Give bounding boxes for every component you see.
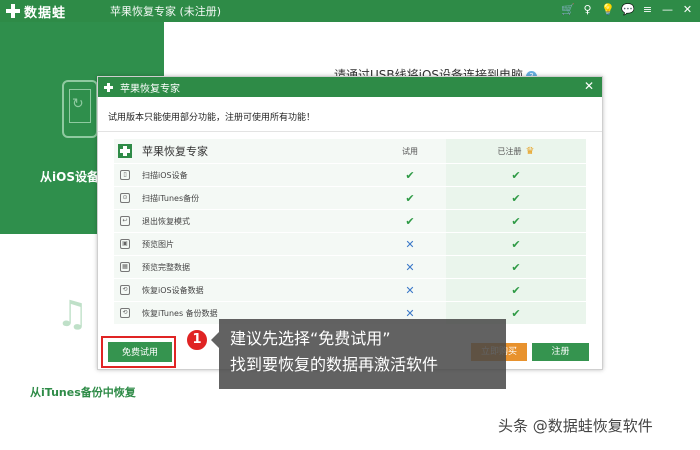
step-badge: 1 <box>185 328 209 352</box>
highlight-box <box>101 336 176 368</box>
title-bar-icons: 🛒 ♀ 💡 💬 ≡ — ✕ <box>561 3 694 16</box>
logo-plus-icon <box>6 4 20 18</box>
minimize-icon[interactable]: — <box>661 3 674 16</box>
product-name: 苹果恢复专家 <box>142 145 208 158</box>
feature-icon: ▦ <box>120 262 130 272</box>
feature-label: 扫描iOS设备 <box>142 170 188 180</box>
phone-icon: ↻ <box>62 80 98 138</box>
table-row: ↩ 退出恢复模式 ✔ ✔ <box>114 209 586 232</box>
product-logo-icon <box>118 144 132 158</box>
callout-arrow <box>211 332 219 348</box>
cross-icon: ✕ <box>405 306 415 320</box>
app-title: 苹果恢复专家 (未注册) <box>110 5 222 18</box>
feature-label: 扫描iTunes备份 <box>142 193 200 203</box>
register-button[interactable]: 注册 <box>532 343 589 361</box>
trial-notice: 试用版本只能使用部分功能，注册可使用所有功能！ <box>108 113 316 123</box>
annotation-callout: 建议先选择“免费试用” 找到要恢复的数据再激活软件 <box>219 319 506 389</box>
feature-icon: ⟲ <box>120 285 130 295</box>
feature-icon: ⟲ <box>120 308 130 318</box>
cross-icon: ✕ <box>405 283 415 297</box>
registered-column-header: 已注册 <box>497 146 522 156</box>
trial-cell: ✕ <box>374 307 446 320</box>
table-row: ⟲ 恢复iOS设备数据 ✕ ✔ <box>114 278 586 301</box>
feature-icon: ▣ <box>120 239 130 249</box>
check-icon: ✔ <box>405 168 415 182</box>
cart-icon[interactable]: 🛒 <box>561 3 575 16</box>
annotation-line-1: 建议先选择“免费试用” <box>230 329 391 348</box>
check-icon: ✔ <box>511 306 521 320</box>
registered-cell: ✔ <box>446 279 586 301</box>
check-icon: ✔ <box>405 191 415 205</box>
check-icon: ✔ <box>511 168 521 182</box>
dialog-close-icon[interactable]: ✕ <box>584 79 594 93</box>
registered-cell: ✔ <box>446 233 586 255</box>
trial-cell: ✔ <box>374 215 446 228</box>
bulb-icon[interactable]: 💡 <box>601 3 615 16</box>
dialog-title: 苹果恢复专家 <box>120 83 180 95</box>
check-icon: ✔ <box>511 283 521 297</box>
menu-icon[interactable]: ≡ <box>641 3 654 16</box>
check-icon: ✔ <box>405 214 415 228</box>
feature-comparison-table: 苹果恢复专家 试用 已注册 ♛ ▯ 扫描iOS设备 ✔ ✔ ⊙ 扫描iTunes备份 ✔ ✔ ↩… <box>114 139 586 324</box>
close-icon[interactable]: ✕ <box>681 3 694 16</box>
trial-cell: ✕ <box>374 261 446 274</box>
cross-icon: ✕ <box>405 237 415 251</box>
registered-cell: ✔ <box>446 164 586 186</box>
cross-icon: ✕ <box>405 260 415 274</box>
trial-cell: ✕ <box>374 238 446 251</box>
feature-icon: ▯ <box>120 170 130 180</box>
trial-cell: ✕ <box>374 284 446 297</box>
logo-text: 数据蛙 <box>24 5 67 21</box>
dialog-title-bar: 苹果恢复专家 ✕ <box>98 77 602 97</box>
feature-label: 恢复iOS设备数据 <box>142 285 204 295</box>
check-icon: ✔ <box>511 214 521 228</box>
feature-label: 预览图片 <box>142 239 174 249</box>
chat-icon[interactable]: 💬 <box>621 3 635 16</box>
check-icon: ✔ <box>511 191 521 205</box>
annotation-line-2: 找到要恢复的数据再激活软件 <box>230 355 439 374</box>
check-icon: ✔ <box>511 260 521 274</box>
title-bar: 数据蛙 苹果恢复专家 (未注册) 🛒 ♀ 💡 💬 ≡ — ✕ <box>0 0 700 22</box>
feature-label: 预览完整数据 <box>142 262 190 272</box>
recover-from-itunes-label: 从iTunes备份中恢复 <box>30 386 136 399</box>
trial-cell: ✔ <box>374 192 446 205</box>
registered-cell: ✔ <box>446 256 586 278</box>
check-icon: ✔ <box>511 237 521 251</box>
dialog-logo-icon <box>104 82 113 92</box>
registered-cell: ✔ <box>446 187 586 209</box>
trial-cell: ✔ <box>374 169 446 182</box>
watermark: 头条 @数据蛙恢复软件 <box>498 417 653 435</box>
feature-label: 恢复iTunes 备份数据 <box>142 308 218 318</box>
divider <box>98 131 602 132</box>
feature-icon: ↩ <box>120 216 130 226</box>
table-row: ▦ 预览完整数据 ✕ ✔ <box>114 255 586 278</box>
crown-icon: ♛ <box>525 145 535 157</box>
table-row: ⊙ 扫描iTunes备份 ✔ ✔ <box>114 186 586 209</box>
table-row: ▯ 扫描iOS设备 ✔ ✔ <box>114 163 586 186</box>
table-header: 苹果恢复专家 试用 已注册 ♛ <box>114 139 586 163</box>
trial-column-header: 试用 <box>402 146 418 156</box>
key-icon[interactable]: ♀ <box>581 3 594 16</box>
table-row: ▣ 预览图片 ✕ ✔ <box>114 232 586 255</box>
feature-label: 退出恢复模式 <box>142 216 190 226</box>
registered-cell: ✔ <box>446 210 586 232</box>
music-note-icon: ♫ <box>56 294 89 335</box>
app-logo: 数据蛙 <box>0 2 110 21</box>
feature-icon: ⊙ <box>120 193 130 203</box>
